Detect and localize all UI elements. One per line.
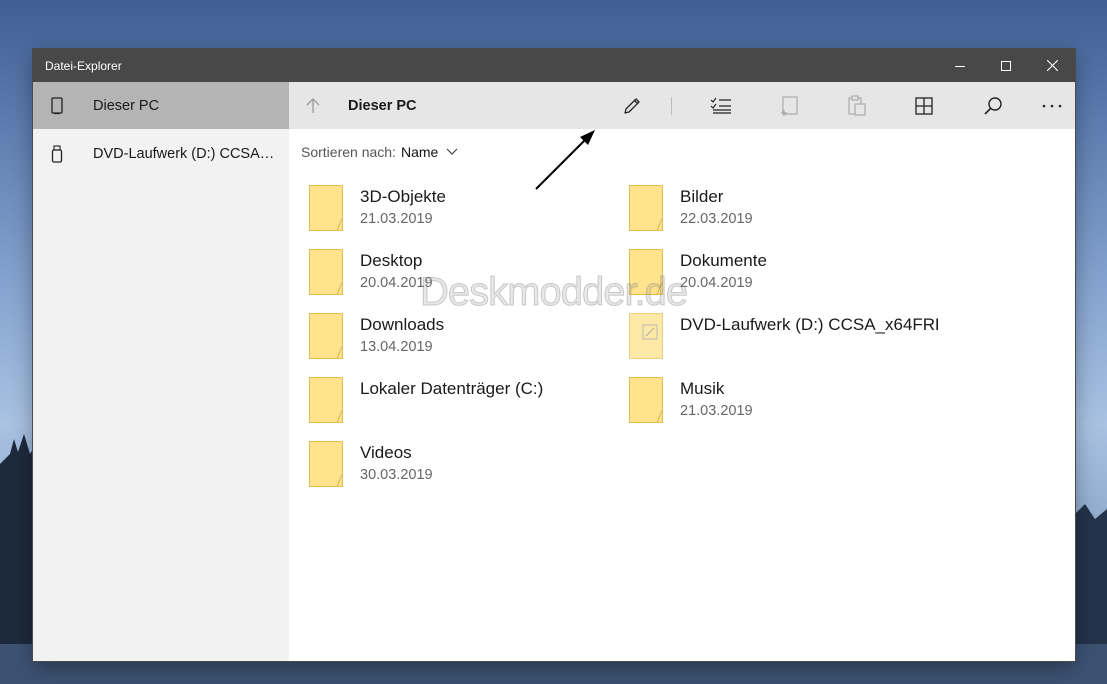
folder-item-musik[interactable]: Musik 21.03.2019 xyxy=(629,373,929,429)
device-icon xyxy=(51,97,63,115)
item-date: 30.03.2019 xyxy=(360,467,433,483)
search-icon xyxy=(984,96,1002,115)
grid-view-icon xyxy=(915,96,933,115)
sidebar-item-dieser-pc[interactable]: Dieser PC xyxy=(33,82,289,129)
up-button[interactable] xyxy=(301,82,325,129)
folder-icon xyxy=(629,249,663,295)
drive-item-dvd[interactable]: DVD-Laufwerk (D:) CCSA_x64FRE xyxy=(629,309,938,365)
content-pane: Dieser PC Sortieren nach: Name 3D-Objekt… xyxy=(289,82,1075,661)
chevron-down-icon xyxy=(446,148,458,155)
folder-item-3d-objekte[interactable]: 3D-Objekte 21.03.2019 xyxy=(309,181,609,237)
sidebar-item-dvd-drive[interactable]: DVD-Laufwerk (D:) CCSA_x... xyxy=(33,130,289,177)
sidebar-item-label: DVD-Laufwerk (D:) CCSA_x... xyxy=(93,145,279,162)
close-icon xyxy=(1046,60,1058,71)
sort-value: Name xyxy=(400,144,439,160)
paste-button[interactable] xyxy=(842,82,872,129)
folder-item-desktop[interactable]: Desktop 20.04.2019 xyxy=(309,245,609,301)
item-name: Musik xyxy=(680,379,725,398)
item-date: 13.04.2019 xyxy=(360,339,433,355)
file-explorer-window: Datei-Explorer Dieser PC DVD-Laufwerk (D… xyxy=(33,49,1075,661)
minimize-icon xyxy=(955,65,965,67)
drive-item-lokaler-datentraeger[interactable]: Lokaler Datenträger (C:) xyxy=(309,373,609,429)
window-title: Datei-Explorer xyxy=(45,59,122,73)
usb-drive-icon xyxy=(51,145,63,163)
title-bar[interactable]: Datei-Explorer xyxy=(33,49,1075,82)
up-arrow-icon xyxy=(306,97,320,113)
rename-button[interactable] xyxy=(617,82,647,129)
navigation-pane: Dieser PC DVD-Laufwerk (D:) CCSA_x... xyxy=(33,82,289,661)
new-item-icon xyxy=(781,95,798,116)
folder-icon xyxy=(629,185,663,231)
item-date: 21.03.2019 xyxy=(360,211,433,227)
item-date: 20.04.2019 xyxy=(360,275,433,291)
folder-icon xyxy=(309,313,343,359)
item-name: Desktop xyxy=(360,251,423,270)
item-date: 21.03.2019 xyxy=(680,403,753,419)
minimize-button[interactable] xyxy=(937,49,983,82)
more-icon xyxy=(1042,104,1062,107)
close-button[interactable] xyxy=(1029,49,1075,82)
folder-icon xyxy=(309,185,343,231)
search-button[interactable] xyxy=(978,82,1008,129)
maximize-icon xyxy=(1001,60,1011,71)
folder-item-videos[interactable]: Videos 30.03.2019 xyxy=(309,437,609,493)
folder-icon xyxy=(629,377,663,423)
folder-item-dokumente[interactable]: Dokumente 20.04.2019 xyxy=(629,245,929,301)
paste-icon xyxy=(848,94,866,116)
item-name: Dokumente xyxy=(680,251,767,270)
item-name: 3D-Objekte xyxy=(360,187,446,206)
sort-label: Sortieren nach: xyxy=(301,144,396,160)
maximize-button[interactable] xyxy=(983,49,1029,82)
sort-control[interactable]: Sortieren nach: Name xyxy=(301,144,458,160)
item-name: Lokaler Datenträger (C:) xyxy=(360,379,544,398)
item-name: Downloads xyxy=(360,315,445,334)
folder-item-downloads[interactable]: Downloads 13.04.2019 xyxy=(309,309,609,365)
more-button[interactable] xyxy=(1037,82,1067,129)
item-name: Bilder xyxy=(680,187,724,206)
item-date: 20.04.2019 xyxy=(680,275,753,291)
item-name: Videos xyxy=(360,443,412,462)
item-date: 22.03.2019 xyxy=(680,211,753,227)
folder-icon xyxy=(309,249,343,295)
new-item-button[interactable] xyxy=(775,82,805,129)
item-name: DVD-Laufwerk (D:) CCSA_x64FRE xyxy=(680,315,938,334)
folder-icon xyxy=(309,377,343,423)
view-button[interactable] xyxy=(909,82,939,129)
pencil-icon xyxy=(624,97,640,114)
sidebar-item-label: Dieser PC xyxy=(93,97,160,114)
select-button[interactable] xyxy=(706,82,736,129)
folder-icon xyxy=(309,441,343,487)
checklist-icon xyxy=(710,97,731,114)
dvd-drive-icon xyxy=(629,313,663,359)
command-bar: Dieser PC xyxy=(289,82,1075,129)
folder-item-bilder[interactable]: Bilder 22.03.2019 xyxy=(629,181,929,237)
location-title: Dieser PC xyxy=(348,98,417,114)
toolbar-separator xyxy=(671,97,672,115)
